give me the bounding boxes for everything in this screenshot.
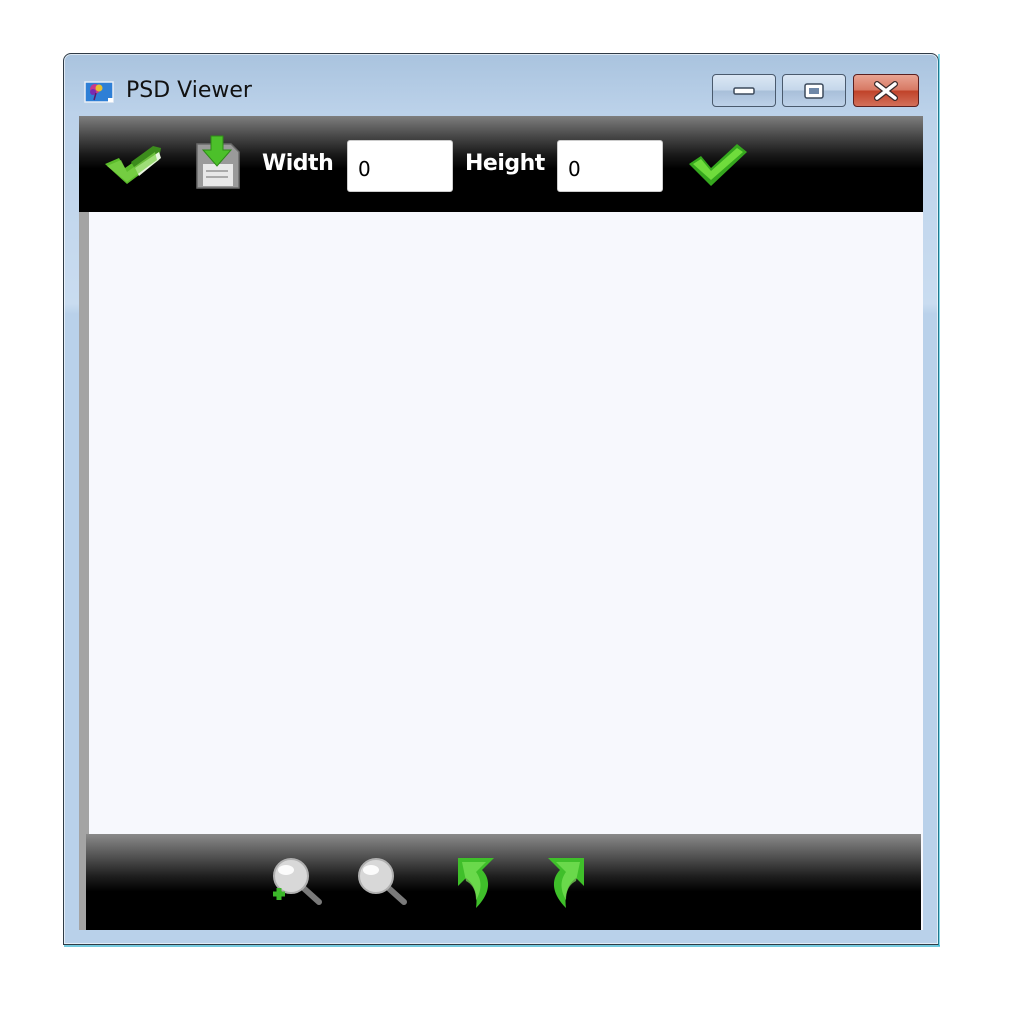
green-checkmark-icon[interactable]	[685, 140, 751, 190]
width-input[interactable]	[347, 140, 453, 192]
client-area: Width Height	[79, 116, 923, 930]
zoom-in-icon[interactable]	[265, 854, 329, 914]
save-download-icon[interactable]	[191, 134, 243, 192]
maximize-icon	[804, 82, 824, 99]
width-label: Width	[262, 151, 334, 176]
open-folder-icon[interactable]	[101, 138, 165, 190]
zoom-out-icon[interactable]	[350, 854, 414, 914]
height-input[interactable]	[557, 140, 663, 192]
psd-viewer-app-icon	[84, 81, 114, 103]
image-canvas[interactable]	[89, 212, 923, 834]
close-icon	[874, 80, 898, 101]
top-toolbar: Width Height	[79, 116, 923, 212]
rotate-left-icon[interactable]	[452, 854, 502, 914]
window-title: PSD Viewer	[126, 78, 252, 103]
psd-viewer-window: PSD Viewer Width 0 Height 0	[63, 53, 940, 947]
rotate-right-icon[interactable]	[540, 854, 590, 914]
bottom-toolbar	[86, 834, 921, 930]
close-button[interactable]	[853, 74, 919, 107]
maximize-button[interactable]	[782, 74, 846, 107]
minimize-icon	[733, 86, 755, 95]
canvas-left-border	[79, 211, 89, 930]
minimize-button[interactable]	[712, 74, 776, 107]
title-bar[interactable]: PSD Viewer	[64, 54, 938, 116]
height-label: Height	[465, 151, 545, 176]
